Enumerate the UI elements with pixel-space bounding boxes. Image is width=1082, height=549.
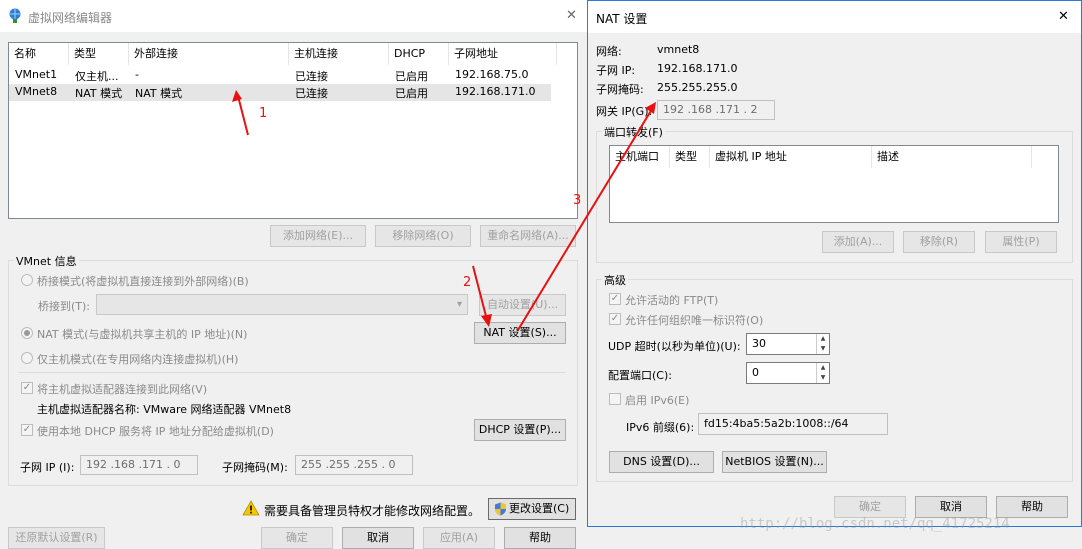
allow-ftp-label: 允许活动的 FTP(T) xyxy=(625,294,719,307)
pf-properties-button[interactable]: 属性(P) xyxy=(985,231,1057,253)
bridge-mode-label: 桥接模式(将虚拟机直接连接到外部网络)(B) xyxy=(37,275,249,288)
add-network-button[interactable]: 添加网络(E)... xyxy=(270,225,366,247)
col-type[interactable]: 类型 xyxy=(69,43,129,65)
subnet-ip-field[interactable]: 192 .168 .171 . 0 xyxy=(80,455,198,475)
allow-uid-label: 允许任何组织唯一标识符(O) xyxy=(625,314,764,327)
table-header: 名称 类型 外部连接 主机连接 DHCP 子网地址 xyxy=(9,43,557,65)
pf-add-button[interactable]: 添加(A)... xyxy=(822,231,894,253)
nat-subnet-mask-label: 子网掩码: xyxy=(596,83,644,96)
nat-settings-dialog: NAT 设置 ✕ 网络: vmnet8 子网 IP: 192.168.171.0… xyxy=(587,0,1082,527)
nat-mode-radio[interactable] xyxy=(21,327,33,339)
change-settings-button[interactable]: 更改设置(C) xyxy=(488,498,576,520)
use-dhcp-label: 使用本地 DHCP 服务将 IP 地址分配给虚拟机(D) xyxy=(37,425,274,438)
config-port-spinner[interactable]: ▲ ▼ xyxy=(816,363,829,383)
udp-timeout-label: UDP 超时(以秒为单位)(U): xyxy=(608,340,741,353)
chevron-down-icon: ▾ xyxy=(456,299,462,310)
change-settings-label: 更改设置(C) xyxy=(509,502,570,515)
adapter-name-text: 主机虚拟适配器名称: VMware 网络适配器 VMnet8 xyxy=(37,403,292,416)
dns-settings-button[interactable]: DNS 设置(D)... xyxy=(609,451,714,473)
dhcp-settings-button[interactable]: DHCP 设置(P)... xyxy=(474,419,566,441)
ipv6-prefix-label: IPv6 前缀(6): xyxy=(626,421,695,434)
network-label: 网络: xyxy=(596,45,622,58)
table-row[interactable]: VMnet1 仅主机... - 已连接 已启用 192.168.75.0 xyxy=(9,67,557,84)
bridge-mode-radio[interactable] xyxy=(21,274,33,286)
rename-network-button[interactable]: 重命名网络(A)... xyxy=(480,225,576,247)
annotation-number-2: 2 xyxy=(463,275,472,290)
editor-title: 虚拟网络编辑器 xyxy=(28,11,113,25)
pf-col-host-port[interactable]: 主机端口 xyxy=(610,146,670,168)
annotation-number-1: 1 xyxy=(259,106,268,121)
watermark: http://blog.csdn.net/qq_41725214 xyxy=(740,516,1010,532)
col-dhcp[interactable]: DHCP xyxy=(389,43,449,65)
advanced-label: 高级 xyxy=(602,272,628,288)
allow-ftp-checkbox[interactable]: ✓ xyxy=(609,293,621,305)
auto-settings-button[interactable]: 自动设置(U)... xyxy=(479,294,566,316)
enable-ipv6-checkbox[interactable] xyxy=(609,393,621,405)
shield-icon xyxy=(494,502,507,516)
subnet-mask-label: 子网掩码(M): xyxy=(222,461,288,474)
vmnet-info-label: VMnet 信息 xyxy=(14,253,79,269)
col-host[interactable]: 主机连接 xyxy=(289,43,389,65)
pf-col-type[interactable]: 类型 xyxy=(670,146,710,168)
connect-adapter-label: 将主机虚拟适配器连接到此网络(V) xyxy=(37,383,208,396)
admin-warning-text: 需要具备管理员特权才能修改网络配置。 xyxy=(264,504,481,518)
network-value: vmnet8 xyxy=(657,43,700,56)
nat-close-button[interactable]: ✕ xyxy=(1058,9,1069,24)
nat-cancel-button[interactable]: 取消 xyxy=(915,496,987,518)
editor-close-button[interactable]: ✕ xyxy=(566,8,577,23)
bridge-to-label: 桥接到(T): xyxy=(38,300,91,313)
bridge-to-select[interactable]: ▾ xyxy=(96,294,468,315)
pf-col-vm-ip[interactable]: 虚拟机 IP 地址 xyxy=(710,146,872,168)
network-table: 名称 类型 外部连接 主机连接 DHCP 子网地址 VMnet1 仅主机... … xyxy=(8,42,578,219)
config-port-label: 配置端口(C): xyxy=(608,369,672,382)
annotation-number-3: 3 xyxy=(573,193,582,208)
enable-ipv6-label: 启用 IPv6(E) xyxy=(625,394,690,407)
nat-mode-label: NAT 模式(与虚拟机共享主机的 IP 地址)(N) xyxy=(37,328,248,341)
allow-uid-checkbox[interactable]: ✓ xyxy=(609,313,621,325)
port-forward-table: 主机端口 类型 虚拟机 IP 地址 描述 xyxy=(609,145,1059,223)
col-external[interactable]: 外部连接 xyxy=(129,43,289,65)
gateway-ip-label: 网关 IP(G): xyxy=(596,105,653,118)
restore-defaults-button[interactable]: 还原默认设置(R) xyxy=(8,527,105,549)
nat-help-button[interactable]: 帮助 xyxy=(996,496,1068,518)
nat-subnet-mask-value: 255.255.255.0 xyxy=(657,81,738,94)
virtual-network-editor-window: 虚拟网络编辑器 ✕ 名称 类型 外部连接 主机连接 DHCP 子网地址 VMne… xyxy=(0,0,588,549)
use-dhcp-checkbox[interactable]: ✓ xyxy=(21,424,33,436)
subnet-ip-label: 子网 IP (I): xyxy=(20,461,75,474)
pf-remove-button[interactable]: 移除(R) xyxy=(903,231,975,253)
gateway-ip-field[interactable]: 192 .168 .171 . 2 xyxy=(657,100,775,120)
nat-subnet-ip-label: 子网 IP: xyxy=(596,64,636,77)
connect-adapter-checkbox[interactable]: ✓ xyxy=(21,382,33,394)
col-subnet[interactable]: 子网地址 xyxy=(449,43,557,65)
ipv6-prefix-field[interactable]: fd15:4ba5:5a2b:1008::/64 xyxy=(698,413,888,435)
nat-settings-button[interactable]: NAT 设置(S)... xyxy=(474,322,566,344)
nat-subnet-ip-value: 192.168.171.0 xyxy=(657,62,738,75)
netbios-settings-button[interactable]: NetBIOS 设置(N)... xyxy=(722,451,827,473)
table-row-selected[interactable]: VMnet8 NAT 模式 NAT 模式 已连接 已启用 192.168.171… xyxy=(9,84,551,101)
host-only-radio[interactable] xyxy=(21,352,33,364)
pf-col-description[interactable]: 描述 xyxy=(872,146,1032,168)
editor-title-bar: 虚拟网络编辑器 ✕ xyxy=(0,0,588,32)
nat-title: NAT 设置 xyxy=(596,12,648,26)
network-app-icon xyxy=(8,8,22,23)
subnet-mask-field[interactable]: 255 .255 .255 . 0 xyxy=(295,455,413,475)
col-name[interactable]: 名称 xyxy=(9,43,69,65)
divider xyxy=(18,372,566,373)
nat-title-bar: NAT 设置 ✕ xyxy=(588,1,1081,33)
udp-timeout-spinner[interactable]: ▲ ▼ xyxy=(816,334,829,354)
cancel-button[interactable]: 取消 xyxy=(342,527,414,549)
port-forward-label: 端口转发(F) xyxy=(602,124,665,140)
apply-button[interactable]: 应用(A) xyxy=(423,527,495,549)
warning-icon xyxy=(242,500,260,516)
remove-network-button[interactable]: 移除网络(O) xyxy=(375,225,471,247)
nat-ok-button[interactable]: 确定 xyxy=(834,496,906,518)
ok-button[interactable]: 确定 xyxy=(261,527,333,549)
host-only-label: 仅主机模式(在专用网络内连接虚拟机)(H) xyxy=(37,353,239,366)
help-button[interactable]: 帮助 xyxy=(504,527,576,549)
